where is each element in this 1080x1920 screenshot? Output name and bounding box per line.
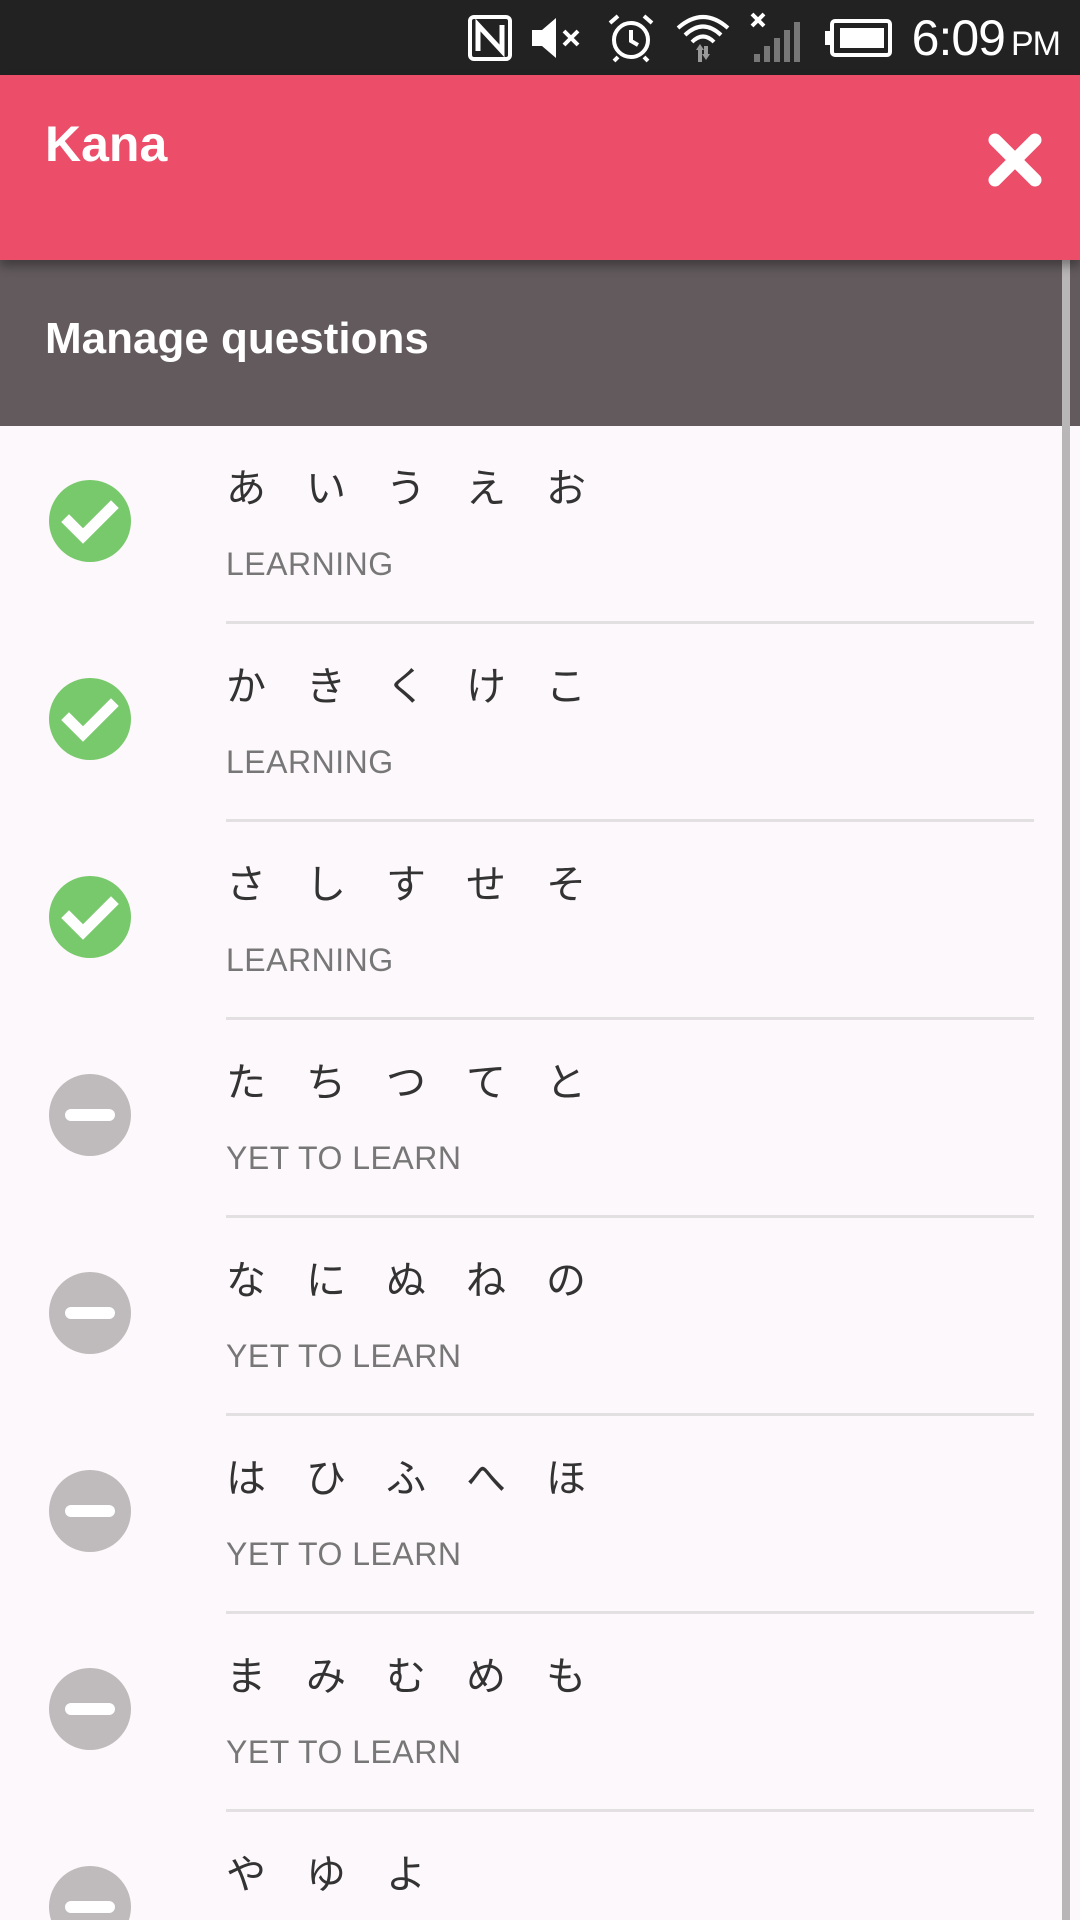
kana-characters: やゆよ — [226, 1842, 466, 1900]
kana-character: く — [386, 664, 426, 710]
question-status: LEARNING — [226, 942, 394, 978]
kana-character: い — [306, 466, 346, 512]
question-list: あいうえお LEARNING かきくけこ LEARNING さしすせそ LEARNING た… — [0, 426, 1062, 1920]
scrollbar[interactable] — [1062, 260, 1070, 1920]
kana-characters: たちつてと — [226, 1050, 626, 1108]
kana-character: ほ — [546, 1456, 586, 1502]
kana-character: へ — [466, 1456, 506, 1502]
status-time-ampm: PM — [1011, 24, 1061, 63]
kana-character: は — [226, 1456, 266, 1502]
status-bar: 6:09 PM — [0, 0, 1080, 75]
minus-circle-icon[interactable] — [49, 1470, 131, 1552]
question-status: YET TO LEARN — [226, 1536, 462, 1572]
check-circle-icon[interactable] — [49, 480, 131, 562]
kana-character: め — [466, 1654, 506, 1700]
status-icons: 6:09 PM — [467, 0, 1061, 75]
question-status: YET TO LEARN — [226, 1338, 462, 1374]
kana-character: て — [466, 1060, 506, 1106]
kana-character: ひ — [306, 1456, 346, 1502]
kana-character: せ — [466, 862, 506, 908]
kana-character: け — [466, 664, 506, 710]
close-button[interactable] — [980, 125, 1050, 195]
kana-characters: さしすせそ — [226, 852, 626, 910]
kana-character: え — [466, 466, 506, 512]
kana-character: や — [226, 1852, 266, 1898]
kana-character: つ — [386, 1060, 426, 1106]
close-icon — [988, 133, 1042, 187]
wifi-icon — [674, 10, 732, 66]
kana-characters: はひふへほ — [226, 1446, 626, 1504]
kana-characters: なにぬねの — [226, 1248, 626, 1306]
section-title: Manage questions — [45, 314, 429, 363]
check-circle-icon[interactable] — [49, 678, 131, 760]
kana-character: ゆ — [306, 1852, 346, 1898]
question-status: LEARNING — [226, 546, 394, 582]
kana-characters: まみむめも — [226, 1644, 626, 1702]
minus-circle-icon[interactable] — [49, 1866, 131, 1920]
question-status: YET TO LEARN — [226, 1734, 462, 1770]
status-time: 6:09 PM — [911, 9, 1061, 67]
section-header: Manage questions — [0, 260, 1080, 426]
minus-circle-icon[interactable] — [49, 1272, 131, 1354]
minus-circle-icon[interactable] — [49, 1074, 131, 1156]
question-row[interactable]: さしすせそ LEARNING — [0, 822, 1062, 1020]
kana-character: ね — [466, 1258, 506, 1304]
volume-muted-icon — [530, 15, 588, 61]
battery-icon — [824, 18, 894, 58]
kana-character: ふ — [386, 1456, 426, 1502]
kana-characters: あいうえお — [226, 456, 626, 514]
check-circle-icon[interactable] — [49, 876, 131, 958]
question-row[interactable]: なにぬねの YET TO LEARN — [0, 1218, 1062, 1416]
question-status: YET TO LEARN — [226, 1140, 462, 1176]
kana-character: ぬ — [386, 1258, 426, 1304]
kana-character: し — [306, 862, 346, 908]
nfc-icon — [467, 14, 512, 61]
kana-character: そ — [546, 862, 586, 908]
kana-character: も — [546, 1654, 586, 1700]
question-row[interactable]: あいうえお LEARNING — [0, 426, 1062, 624]
kana-character: お — [546, 466, 586, 512]
question-row[interactable]: たちつてと YET TO LEARN — [0, 1020, 1062, 1218]
kana-character: む — [386, 1654, 426, 1700]
kana-character: き — [306, 664, 346, 710]
kana-character: の — [546, 1258, 586, 1304]
alarm-icon — [606, 13, 656, 63]
kana-characters: かきくけこ — [226, 654, 626, 712]
kana-character: か — [226, 664, 266, 710]
kana-character: う — [386, 466, 426, 512]
question-status: LEARNING — [226, 744, 394, 780]
kana-character: な — [226, 1258, 266, 1304]
kana-character: に — [306, 1258, 346, 1304]
question-row[interactable]: はひふへほ YET TO LEARN — [0, 1416, 1062, 1614]
kana-character: と — [546, 1060, 586, 1106]
kana-character: た — [226, 1060, 266, 1106]
signal-no-service-icon — [750, 10, 806, 66]
question-row[interactable]: まみむめも YET TO LEARN — [0, 1614, 1062, 1812]
kana-character: よ — [386, 1852, 426, 1898]
question-row[interactable]: かきくけこ LEARNING — [0, 624, 1062, 822]
kana-character: さ — [226, 862, 266, 908]
app-bar: Kana — [0, 75, 1080, 260]
kana-character: ま — [226, 1654, 266, 1700]
app-title: Kana — [45, 116, 168, 172]
kana-character: み — [306, 1654, 346, 1700]
question-row[interactable]: やゆよ — [0, 1812, 1062, 1920]
kana-character: す — [386, 862, 426, 908]
kana-character: こ — [546, 664, 586, 710]
kana-character: ち — [306, 1060, 346, 1106]
minus-circle-icon[interactable] — [49, 1668, 131, 1750]
kana-character: あ — [226, 466, 266, 512]
status-time-value: 6:09 — [911, 9, 1006, 66]
